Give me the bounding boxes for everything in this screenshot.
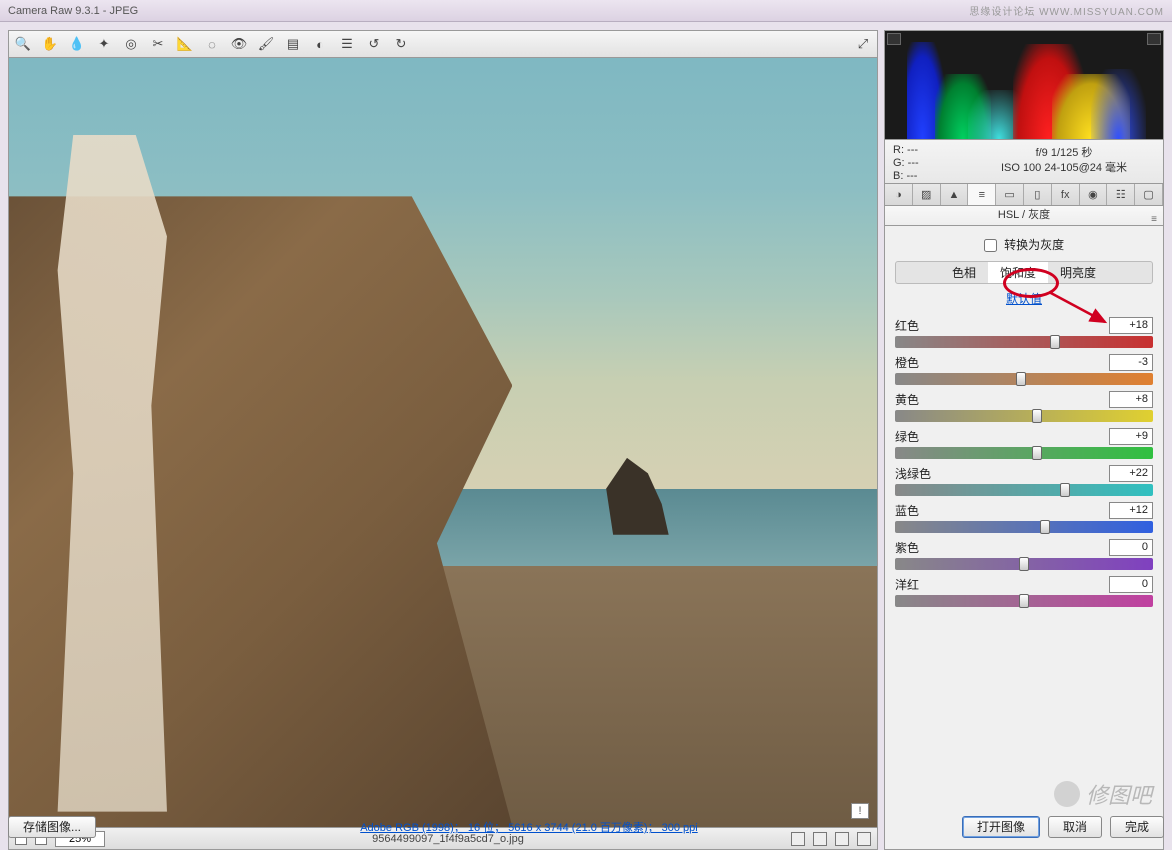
slider-value-input[interactable]: +12 (1109, 502, 1153, 519)
overlay-watermark: 修图吧 (1054, 778, 1152, 810)
rotate-cw-icon[interactable]: ↻ (393, 36, 409, 52)
slider-thumb[interactable] (1019, 557, 1029, 571)
metadata-readout: R: --- G: --- B: --- f/9 1/125 秒 ISO 100… (884, 140, 1164, 184)
slider-thumb[interactable] (1060, 483, 1070, 497)
readout-b: B: --- (893, 170, 957, 183)
slider-label: 黄色 (895, 391, 1109, 408)
default-link[interactable]: 默认值 (895, 290, 1153, 307)
slider-thumb[interactable] (1019, 594, 1029, 608)
brush-icon[interactable]: 🖌 (258, 36, 274, 52)
slider-label: 橙色 (895, 354, 1109, 371)
color-sampler-icon[interactable]: ✦ (96, 36, 112, 52)
slider-row: 橙色-3 (895, 354, 1153, 385)
bottom-bar: 存储图像... Adobe RGB (1998)； 16 位； 5616 x 3… (8, 812, 1164, 842)
slider-value-input[interactable]: 0 (1109, 576, 1153, 593)
straighten-icon[interactable]: 📐 (177, 36, 193, 52)
exif-line1: f/9 1/125 秒 (969, 146, 1159, 161)
grayscale-label: 转换为灰度 (1004, 238, 1064, 252)
preview-image (9, 58, 877, 827)
rotate-ccw-icon[interactable]: ↺ (366, 36, 382, 52)
slider-thumb[interactable] (1040, 520, 1050, 534)
slider-label: 紫色 (895, 539, 1109, 556)
prefs-icon[interactable]: ☰ (339, 36, 355, 52)
save-image-button[interactable]: 存储图像... (8, 816, 96, 838)
done-button[interactable]: 完成 (1110, 816, 1164, 838)
slider-track[interactable] (895, 558, 1153, 570)
histogram[interactable] (884, 30, 1164, 140)
slider-row: 绿色+9 (895, 428, 1153, 459)
slider-track[interactable] (895, 521, 1153, 533)
slider-thumb[interactable] (1032, 446, 1042, 460)
slider-value-input[interactable]: +9 (1109, 428, 1153, 445)
slider-row: 浅绿色+22 (895, 465, 1153, 496)
hsl-panel: 转换为灰度 色相 饱和度 明亮度 默认值 红色+18 橙色-3 黄色+8 绿色+9 浅绿… (884, 226, 1164, 850)
slider-row: 黄色+8 (895, 391, 1153, 422)
gradient-icon[interactable]: ▤ (285, 36, 301, 52)
slider-value-input[interactable]: -3 (1109, 354, 1153, 371)
readout-r: R: --- (893, 144, 957, 157)
slider-track[interactable] (895, 447, 1153, 459)
shadow-clip-icon[interactable] (887, 33, 901, 45)
site-watermark: 思缘设计论坛 WWW.MISSYUAN.COM (969, 3, 1164, 18)
tab-presets-icon[interactable]: ☷ (1107, 184, 1135, 205)
radial-icon[interactable]: ◐ (312, 36, 328, 52)
panel-tabstrip: ◑ ▨ ▲ ≡ ▭ ▯ fx ◉ ☷ ▢ (884, 184, 1164, 206)
panel-title: HSL / 灰度 ≡ (884, 206, 1164, 226)
tab-snapshots-icon[interactable]: ▢ (1135, 184, 1163, 205)
slider-thumb[interactable] (1032, 409, 1042, 423)
subtab-hue[interactable]: 色相 (940, 262, 988, 283)
target-adjust-icon[interactable]: ◎ (123, 36, 139, 52)
slider-track[interactable] (895, 484, 1153, 496)
preview-toolbar: 🔍 ✋ 💧 ✦ ◎ ✂ 📐 ◌ 👁 🖌 ▤ ◐ ☰ ↺ ↻ ⤢ (8, 30, 878, 58)
window-titlebar: Camera Raw 9.3.1 - JPEG 思缘设计论坛 WWW.MISSY… (0, 0, 1172, 22)
tab-detail-icon[interactable]: ▲ (941, 184, 969, 205)
readout-g: G: --- (893, 157, 957, 170)
slider-track[interactable] (895, 595, 1153, 607)
slider-label: 红色 (895, 317, 1109, 334)
slider-row: 红色+18 (895, 317, 1153, 348)
slider-thumb[interactable] (1050, 335, 1060, 349)
hand-tool-icon[interactable]: ✋ (42, 36, 58, 52)
slider-value-input[interactable]: +22 (1109, 465, 1153, 482)
tab-split-icon[interactable]: ▭ (996, 184, 1024, 205)
slider-row: 紫色0 (895, 539, 1153, 570)
cancel-button[interactable]: 取消 (1048, 816, 1102, 838)
slider-track[interactable] (895, 336, 1153, 348)
fullscreen-icon[interactable]: ⤢ (855, 36, 871, 52)
hsl-subtabs: 色相 饱和度 明亮度 (895, 261, 1153, 284)
subtab-saturation[interactable]: 饱和度 (988, 262, 1048, 283)
tab-basic-icon[interactable]: ◑ (885, 184, 913, 205)
slider-track[interactable] (895, 373, 1153, 385)
slider-value-input[interactable]: +18 (1109, 317, 1153, 334)
image-preview[interactable]: ! (8, 58, 878, 828)
highlight-clip-icon[interactable] (1147, 33, 1161, 45)
tab-fx-icon[interactable]: fx (1052, 184, 1080, 205)
crop-tool-icon[interactable]: ✂ (150, 36, 166, 52)
open-image-button[interactable]: 打开图像 (962, 816, 1040, 838)
slider-thumb[interactable] (1016, 372, 1026, 386)
white-balance-icon[interactable]: 💧 (69, 36, 85, 52)
slider-row: 洋红0 (895, 576, 1153, 607)
slider-label: 绿色 (895, 428, 1109, 445)
subtab-luminance[interactable]: 明亮度 (1048, 262, 1108, 283)
slider-label: 洋红 (895, 576, 1109, 593)
redeye-icon[interactable]: 👁 (231, 36, 247, 52)
window-title: Camera Raw 9.3.1 - JPEG (8, 5, 138, 17)
slider-value-input[interactable]: 0 (1109, 539, 1153, 556)
slider-value-input[interactable]: +8 (1109, 391, 1153, 408)
exif-line2: ISO 100 24-105@24 毫米 (969, 161, 1159, 176)
slider-row: 蓝色+12 (895, 502, 1153, 533)
slider-track[interactable] (895, 410, 1153, 422)
slider-label: 浅绿色 (895, 465, 1109, 482)
grayscale-checkbox[interactable] (984, 239, 997, 252)
tab-hsl-icon[interactable]: ≡ (968, 184, 996, 205)
tab-curve-icon[interactable]: ▨ (913, 184, 941, 205)
zoom-tool-icon[interactable]: 🔍 (15, 36, 31, 52)
slider-label: 蓝色 (895, 502, 1109, 519)
wechat-icon (1054, 781, 1080, 807)
spot-removal-icon[interactable]: ◌ (204, 36, 220, 52)
tab-camera-icon[interactable]: ◉ (1080, 184, 1108, 205)
workflow-link[interactable]: Adobe RGB (1998)； 16 位； 5616 x 3744 (21.… (360, 822, 698, 834)
tab-lens-icon[interactable]: ▯ (1024, 184, 1052, 205)
